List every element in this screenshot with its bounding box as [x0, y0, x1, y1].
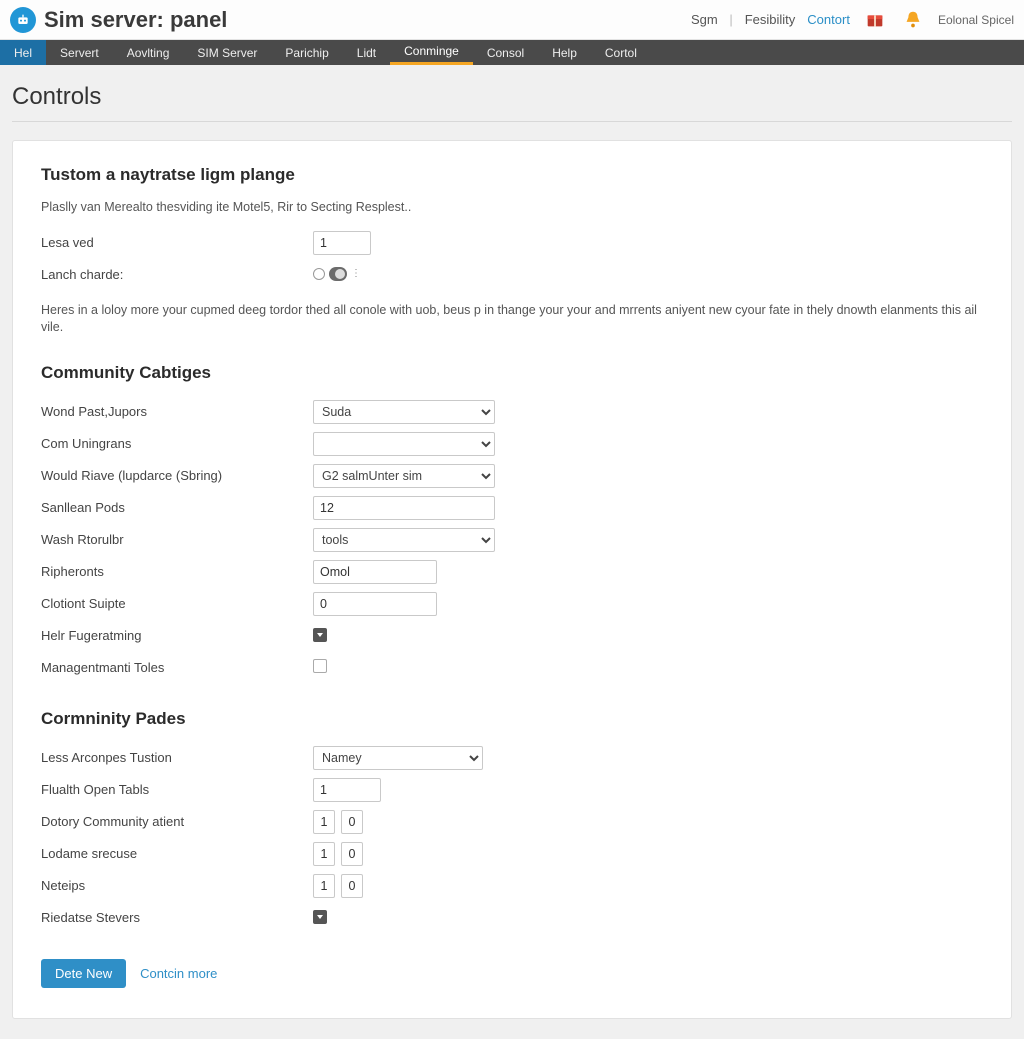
- bell-icon[interactable]: [900, 7, 926, 33]
- would-rave-label: Would Riave (lupdarce (Sbring): [41, 468, 313, 483]
- actions-row: Dete New Contcin more: [41, 959, 983, 988]
- riedatse-checkbox[interactable]: [313, 910, 327, 924]
- flualth-open-label: Flualth Open Tabls: [41, 782, 313, 797]
- settings-panel: Tustom a naytratse ligm plange Plaslly v…: [12, 140, 1012, 1019]
- neteips-label: Neteips: [41, 878, 313, 893]
- clotiont-suipte-input[interactable]: [313, 592, 437, 616]
- mgmt-toles-checkbox[interactable]: [313, 659, 327, 673]
- helr-fuger-label: Helr Fugeratming: [41, 628, 313, 643]
- nav-parichip[interactable]: Parichip: [271, 40, 342, 65]
- mgmt-toles-label: Managentmanti Toles: [41, 660, 313, 675]
- navbar: Hel Servert Aovlting SIM Server Parichip…: [0, 40, 1024, 65]
- nav-consol[interactable]: Consol: [473, 40, 538, 65]
- clotiont-suipte-label: Clotiont Suipte: [41, 596, 313, 611]
- neteips-a[interactable]: [313, 874, 335, 898]
- caret-down-icon: [315, 912, 325, 922]
- section1-help: Heres in a loloy more your cupmed deeg t…: [41, 302, 983, 337]
- link-fesibility[interactable]: Fesibility: [745, 12, 796, 27]
- lodame-srecuse-label: Lodame srecuse: [41, 846, 313, 861]
- topbar: Sim server: panel Sgm Fesibility Contort…: [0, 0, 1024, 40]
- nav-cortol[interactable]: Cortol: [591, 40, 651, 65]
- com-uningrans-select[interactable]: [313, 432, 495, 456]
- com-uningrans-label: Com Uningrans: [41, 436, 313, 451]
- link-contort[interactable]: Contort: [807, 12, 850, 27]
- nav-help[interactable]: Help: [538, 40, 591, 65]
- lodame-srecuse-a[interactable]: [313, 842, 335, 866]
- sanllean-pods-input[interactable]: [313, 496, 495, 520]
- dotory-comm-a[interactable]: [313, 810, 335, 834]
- more-link[interactable]: Contcin more: [140, 966, 217, 981]
- radio-off-icon: [313, 268, 325, 280]
- nav-lidt[interactable]: Lidt: [343, 40, 390, 65]
- nav-conminge[interactable]: Conminge: [390, 40, 473, 65]
- wash-rtorulbr-select[interactable]: tools: [313, 528, 495, 552]
- helr-fuger-checkbox[interactable]: [313, 628, 327, 642]
- dotory-comm-b[interactable]: [341, 810, 363, 834]
- lanch-charde-toggle[interactable]: ⋮: [313, 267, 361, 281]
- less-arconpes-select[interactable]: Namey: [313, 746, 483, 770]
- nav-sim-server[interactable]: SIM Server: [183, 40, 271, 65]
- lodame-srecuse-b[interactable]: [341, 842, 363, 866]
- wond-past-label: Wond Past,Jupors: [41, 404, 313, 419]
- page-title: Controls: [12, 75, 1012, 122]
- section1-heading: Tustom a naytratse ligm plange: [41, 165, 983, 185]
- would-rave-select[interactable]: G2 salmUnter sim: [313, 464, 495, 488]
- top-links: Sgm Fesibility Contort Eolonal Spicel: [691, 7, 1014, 33]
- flualth-open-input[interactable]: [313, 778, 381, 802]
- toggle-pill-icon: [329, 267, 347, 281]
- neteips-b[interactable]: [341, 874, 363, 898]
- robot-icon: [15, 12, 31, 28]
- nav-servert[interactable]: Servert: [46, 40, 113, 65]
- app-logo: [10, 7, 36, 33]
- section3-heading: Cormninity Pades: [41, 709, 983, 729]
- section1-desc: Plaslly van Merealto thesviding ite Mote…: [41, 199, 983, 216]
- toggle-scale-icon: ⋮: [351, 268, 361, 279]
- riedatse-label: Riedatse Stevers: [41, 910, 313, 925]
- app-title: Sim server: panel: [44, 7, 227, 33]
- lesa-ved-label: Lesa ved: [41, 235, 313, 250]
- wash-rtorulbr-label: Wash Rtorulbr: [41, 532, 313, 547]
- package-icon[interactable]: [862, 7, 888, 33]
- section2-heading: Community Cabtiges: [41, 363, 983, 383]
- nav-aovlting[interactable]: Aovlting: [113, 40, 184, 65]
- ripheronts-input[interactable]: [313, 560, 437, 584]
- lanch-charde-label: Lanch charde:: [41, 267, 313, 282]
- primary-button[interactable]: Dete New: [41, 959, 126, 988]
- eolonal-label: Eolonal Spicel: [938, 13, 1014, 27]
- link-sign[interactable]: Sgm: [691, 12, 733, 27]
- dotory-comm-label: Dotory Community atient: [41, 814, 313, 829]
- less-arconpes-label: Less Arconpes Tustion: [41, 750, 313, 765]
- ripheronts-label: Ripheronts: [41, 564, 313, 579]
- caret-down-icon: [315, 630, 325, 640]
- sanllean-pods-label: Sanllean Pods: [41, 500, 313, 515]
- wond-past-select[interactable]: Suda: [313, 400, 495, 424]
- lesa-ved-input[interactable]: [313, 231, 371, 255]
- nav-hel[interactable]: Hel: [0, 40, 46, 65]
